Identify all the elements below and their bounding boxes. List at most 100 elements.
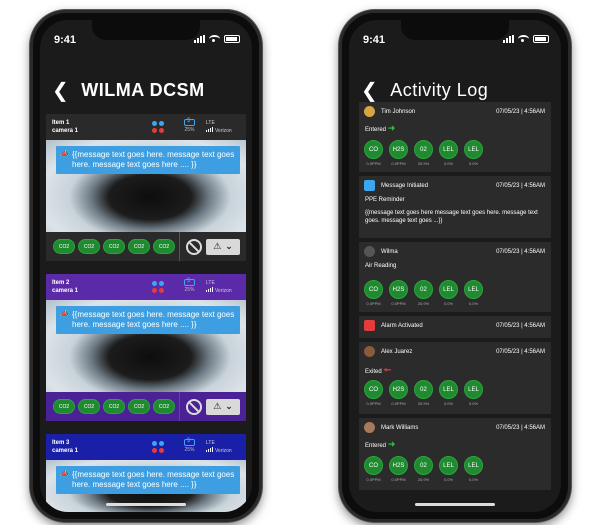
- status-dot: [159, 441, 164, 446]
- alert-dropdown-button[interactable]: ⚠ ⌄: [206, 398, 240, 415]
- sensor-pill: CO2: [78, 239, 100, 254]
- status-dot: [159, 128, 164, 133]
- screen: 9:41 ❮ Activity Log Tim Johnson 07/05/23…: [349, 20, 561, 512]
- gas-unit: 0.0PPM: [366, 301, 381, 306]
- carrier-name: Verizon: [215, 448, 232, 454]
- gas-reading: 02: [414, 280, 433, 299]
- gas-unit: 0.0PPM: [366, 477, 381, 482]
- battery-charge-icon: [184, 118, 195, 126]
- gas-reading: CO: [364, 140, 383, 159]
- entry-name: Alex Juarez: [381, 349, 413, 355]
- entry-date: 07/05/23 | 4:56AM: [496, 323, 545, 329]
- home-indicator[interactable]: [415, 503, 495, 506]
- gas-unit: 20.9%: [417, 161, 430, 166]
- gas-unit: 0.0PPM: [366, 401, 381, 406]
- sensor-pill: CO2: [53, 239, 75, 254]
- status-dots-icon: [152, 121, 164, 133]
- gas-unit: 0.0%: [443, 401, 454, 406]
- status-dot: [152, 281, 157, 286]
- gas-reading: 02: [414, 380, 433, 399]
- block-icon-button[interactable]: [186, 238, 202, 255]
- battery-level: 25%: [184, 127, 195, 133]
- log-entry-tim-johnson[interactable]: Tim Johnson 07/05/23 | 4:56AM Entered ➜ …: [359, 102, 551, 172]
- chevron-down-icon: ⌄: [225, 401, 233, 411]
- log-entry-wilma[interactable]: Wilma 07/05/23 | 4:56AM Air Reading CO 0.…: [359, 242, 551, 312]
- status-dot: [152, 441, 157, 446]
- log-entry-alarm-activated[interactable]: Alarm Activated 07/05/23 | 4:56AM: [359, 316, 551, 338]
- back-chevron-icon[interactable]: ❮: [361, 78, 378, 103]
- gas-unit: 0.0%: [443, 301, 454, 306]
- screen: 9:41 ❮ WILMA DCSM Item 1 camera 1 $ 25% …: [40, 20, 252, 512]
- gas-unit: 0.0PPM: [366, 161, 381, 166]
- message-text: {{message text goes here. message text g…: [72, 470, 235, 489]
- card-footer: CO2 CO2 CO2 CO2 CO2 ⚠ ⌄: [46, 392, 246, 421]
- card-item-name: Item 1: [52, 120, 70, 126]
- battery-level: 25%: [184, 287, 195, 293]
- gas-reading: LEL: [439, 380, 458, 399]
- card-camera-name: camera 1: [52, 448, 79, 454]
- phone-wilma-dcsm: 9:41 ❮ WILMA DCSM Item 1 camera 1 $ 25% …: [30, 10, 262, 522]
- battery-level: 25%: [184, 447, 195, 453]
- message-text: {{message text goes here. message text g…: [72, 310, 235, 329]
- carrier-name: Verizon: [215, 128, 232, 134]
- carrier-name: Verizon: [215, 288, 232, 294]
- gas-reading: LEL: [439, 456, 458, 475]
- camera-feed[interactable]: 📣 {{message text goes here. message text…: [46, 300, 246, 392]
- gas-reading: 02: [414, 456, 433, 475]
- camera-feed[interactable]: 📣 {{message text goes here. message text…: [46, 140, 246, 232]
- gas-reading: 02: [414, 140, 433, 159]
- gas-unit: 20.9%: [417, 301, 430, 306]
- gas-reading: CO: [364, 456, 383, 475]
- gas-unit: 0.0%: [468, 301, 479, 306]
- status-bar: 9:41: [349, 32, 561, 48]
- sensor-list: CO2 CO2 CO2 CO2 CO2: [46, 239, 176, 254]
- sensor-pill: CO2: [78, 399, 100, 414]
- sensor-pill: CO2: [103, 399, 125, 414]
- sensor-pill: CO2: [103, 239, 125, 254]
- page-header: ❮ Activity Log: [361, 78, 488, 103]
- log-entry-alex-juarez[interactable]: Alex Juarez 07/05/23 | 4:56AM Exited 🠔 C…: [359, 342, 551, 414]
- arrow-left-icon: 🠔: [383, 365, 392, 375]
- gas-unit: 0.0%: [468, 401, 479, 406]
- log-entry-message-initiated[interactable]: Message Initiated 07/05/23 | 4:56AM PPE …: [359, 176, 551, 238]
- avatar: [364, 106, 375, 117]
- home-indicator[interactable]: [106, 503, 186, 506]
- gas-readings: CO 0.0PPM H2S 0.0PPM 02 20.9% LEL 0.0% LEL 0.…: [364, 456, 483, 482]
- message-text: {{message text goes here message text go…: [365, 210, 538, 224]
- alert-dropdown-button[interactable]: ⚠ ⌄: [206, 238, 240, 255]
- log-entry-mark-williams[interactable]: Mark Williams 07/05/23 | 4:56AM Entered …: [359, 418, 551, 490]
- sensor-pill: CO2: [153, 399, 175, 414]
- device-card-1[interactable]: Item 1 camera 1 25% LTE Verizon: [46, 114, 246, 261]
- device-card-2[interactable]: Item 2 camera 1 25% LTE Verizon: [46, 274, 246, 421]
- card-header: Item 2 camera 1 25% LTE Verizon: [46, 274, 246, 300]
- gas-reading: LEL: [464, 456, 483, 475]
- entry-name: Tim Johnson: [381, 109, 416, 115]
- back-chevron-icon[interactable]: ❮: [52, 78, 69, 103]
- block-icon-button[interactable]: [186, 398, 202, 415]
- entry-date: 07/05/23 | 4:56AM: [496, 109, 545, 115]
- status-dot: [159, 281, 164, 286]
- wifi-icon: [518, 35, 529, 43]
- megaphone-icon: [364, 180, 375, 191]
- gas-reading: H2S: [389, 140, 408, 159]
- status-dots-icon: [152, 441, 164, 453]
- message-text: {{message text goes here. message text g…: [72, 150, 235, 169]
- device-card-3[interactable]: Item 3 camera 1 25% LTE Verizon: [46, 434, 246, 512]
- battery-icon: [224, 35, 240, 43]
- gas-reading: LEL: [464, 380, 483, 399]
- gas-unit: 0.0%: [443, 161, 454, 166]
- arrow-right-icon: ➜: [387, 123, 396, 133]
- gas-reading: H2S: [389, 456, 408, 475]
- gas-unit: 0.0PPM: [391, 477, 406, 482]
- card-item-name: Item 3: [52, 440, 70, 446]
- network-type: LTE: [206, 280, 215, 286]
- battery-charge-icon: [184, 438, 195, 446]
- network-type: LTE: [206, 440, 215, 446]
- sensor-list: CO2 CO2 CO2 CO2 CO2: [46, 399, 176, 414]
- gas-reading: LEL: [464, 140, 483, 159]
- gas-unit: 20.9%: [417, 477, 430, 482]
- status-dot: [152, 448, 157, 453]
- warning-icon: ⚠: [213, 241, 222, 251]
- card-camera-name: camera 1: [52, 288, 79, 294]
- battery-charge-icon: [184, 278, 195, 286]
